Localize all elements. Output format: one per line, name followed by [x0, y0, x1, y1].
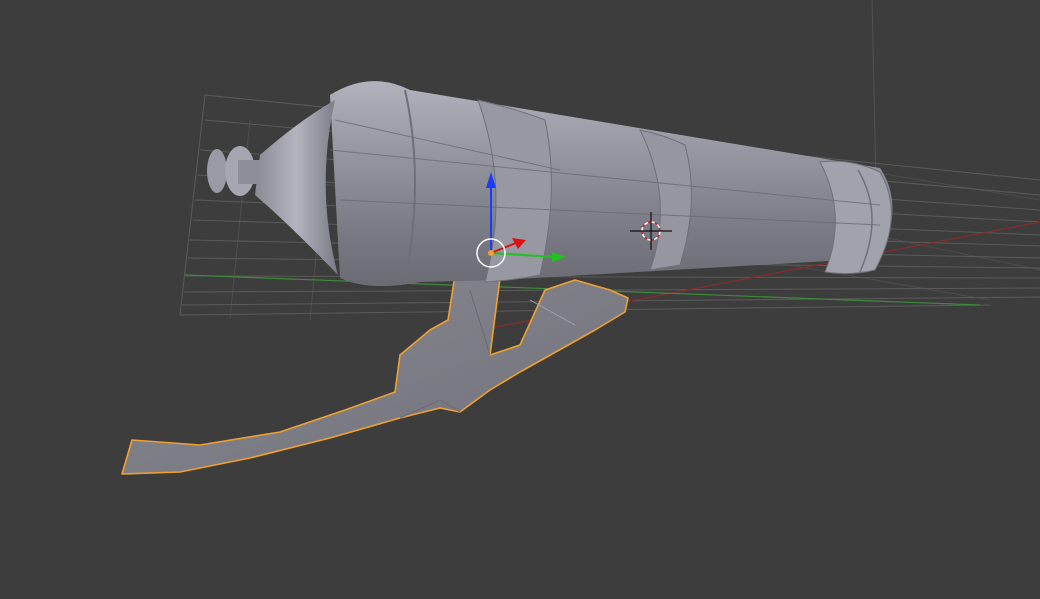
3d-viewport[interactable] [0, 0, 1040, 599]
object-origin [488, 250, 494, 256]
viewport-canvas[interactable] [0, 0, 1040, 599]
cannon-barrel[interactable] [207, 81, 893, 287]
